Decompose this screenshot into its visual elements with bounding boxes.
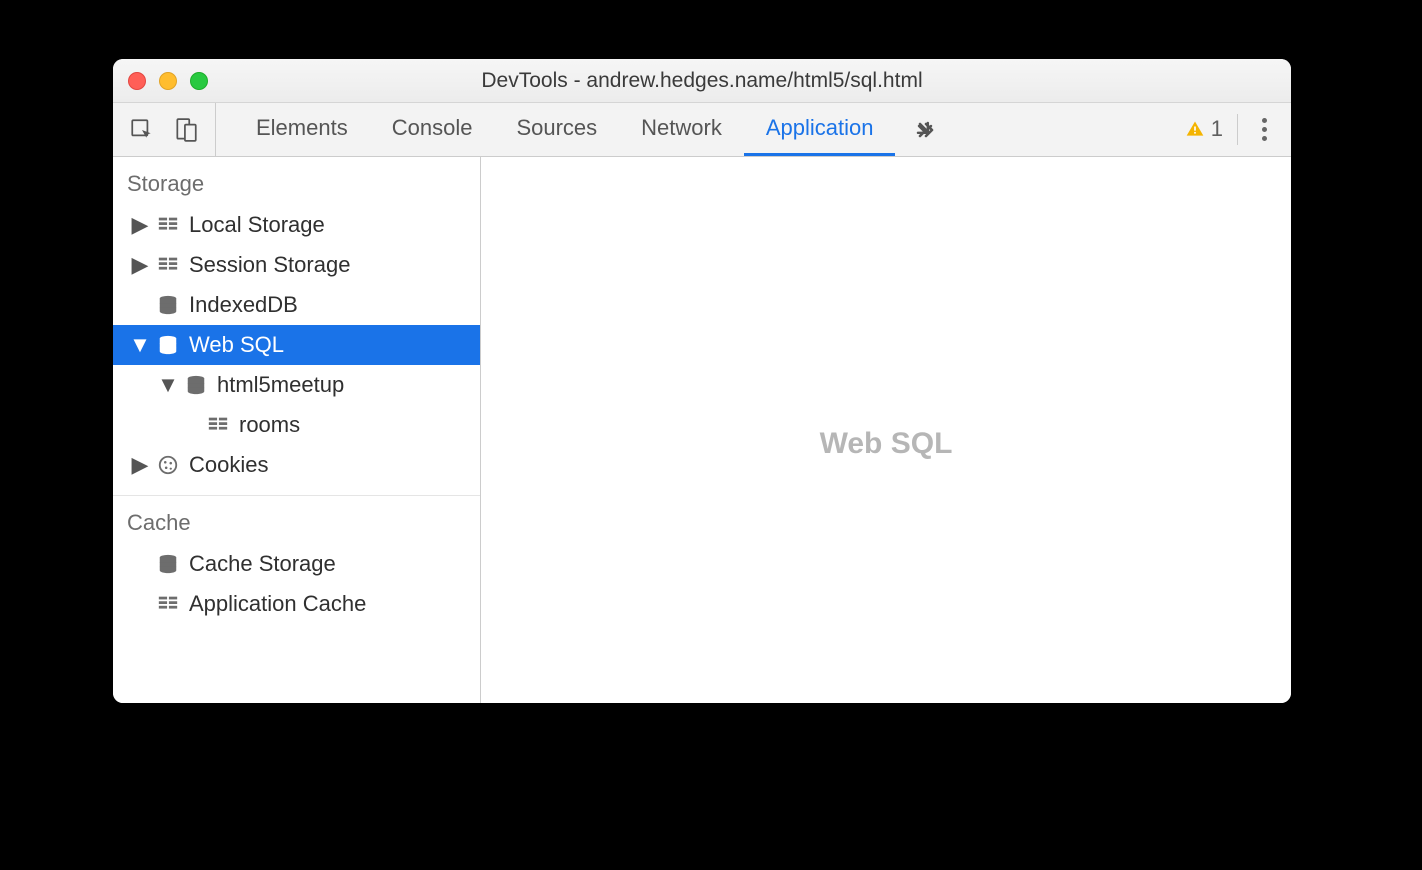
storage-grid-icon <box>155 254 181 276</box>
web-sql-item[interactable]: ▼ Web SQL <box>113 325 480 365</box>
database-label: html5meetup <box>217 372 344 398</box>
session-storage-label: Session Storage <box>189 252 350 278</box>
database-item[interactable]: ▼ html5meetup <box>113 365 480 405</box>
cookies-item[interactable]: ▶ Cookies <box>113 445 480 485</box>
tab-application[interactable]: Application <box>744 103 896 156</box>
cookie-icon <box>155 454 181 476</box>
application-cache-item[interactable]: ▶ Application Cache <box>113 584 480 624</box>
devtools-toolbar: Elements Console Sources Network Applica… <box>113 103 1291 157</box>
main-panel-title: Web SQL <box>820 427 953 461</box>
main-panel: Web SQL <box>481 157 1291 703</box>
tab-console[interactable]: Console <box>370 103 495 156</box>
more-options-button[interactable] <box>1252 112 1277 147</box>
storage-grid-icon <box>155 214 181 236</box>
window-title: DevTools - andrew.hedges.name/html5/sql.… <box>113 69 1291 93</box>
application-sidebar: Storage ▶ Local Storage ▶ Session Storag… <box>113 157 481 703</box>
indexeddb-label: IndexedDB <box>189 292 298 318</box>
indexeddb-item[interactable]: ▶ IndexedDB <box>113 285 480 325</box>
session-storage-item[interactable]: ▶ Session Storage <box>113 245 480 285</box>
cache-storage-label: Cache Storage <box>189 551 336 577</box>
tab-sources[interactable]: Sources <box>494 103 619 156</box>
cache-group-title: Cache <box>113 496 480 544</box>
expand-icon: ▶ <box>133 212 147 238</box>
database-icon <box>155 553 181 575</box>
expand-icon: ▶ <box>133 452 147 478</box>
local-storage-label: Local Storage <box>189 212 325 238</box>
warning-icon <box>1185 119 1205 139</box>
warning-count: 1 <box>1211 116 1223 142</box>
local-storage-item[interactable]: ▶ Local Storage <box>113 205 480 245</box>
window-titlebar: DevTools - andrew.hedges.name/html5/sql.… <box>113 59 1291 103</box>
tab-network[interactable]: Network <box>619 103 744 156</box>
application-cache-label: Application Cache <box>189 591 366 617</box>
collapse-icon: ▼ <box>133 332 147 358</box>
collapse-icon: ▼ <box>161 372 175 398</box>
storage-grid-icon <box>205 414 231 436</box>
storage-grid-icon <box>155 593 181 615</box>
database-icon <box>155 334 181 356</box>
close-window-button[interactable] <box>128 72 146 90</box>
database-icon <box>155 294 181 316</box>
inspect-element-icon[interactable] <box>129 117 155 143</box>
cache-storage-item[interactable]: ▶ Cache Storage <box>113 544 480 584</box>
table-label: rooms <box>239 412 300 438</box>
cookies-label: Cookies <box>189 452 268 478</box>
tab-elements[interactable]: Elements <box>234 103 370 156</box>
minimize-window-button[interactable] <box>159 72 177 90</box>
tabs-overflow-button[interactable] <box>895 103 955 156</box>
table-item[interactable]: rooms <box>113 405 480 445</box>
traffic-lights <box>113 72 208 90</box>
zoom-window-button[interactable] <box>190 72 208 90</box>
web-sql-label: Web SQL <box>189 332 284 358</box>
devtools-window: DevTools - andrew.hedges.name/html5/sql.… <box>113 59 1291 703</box>
expand-icon: ▶ <box>133 252 147 278</box>
storage-group-title: Storage <box>113 157 480 205</box>
database-icon <box>183 374 209 396</box>
device-toolbar-icon[interactable] <box>173 117 199 143</box>
warnings-indicator[interactable]: 1 <box>1185 114 1238 146</box>
